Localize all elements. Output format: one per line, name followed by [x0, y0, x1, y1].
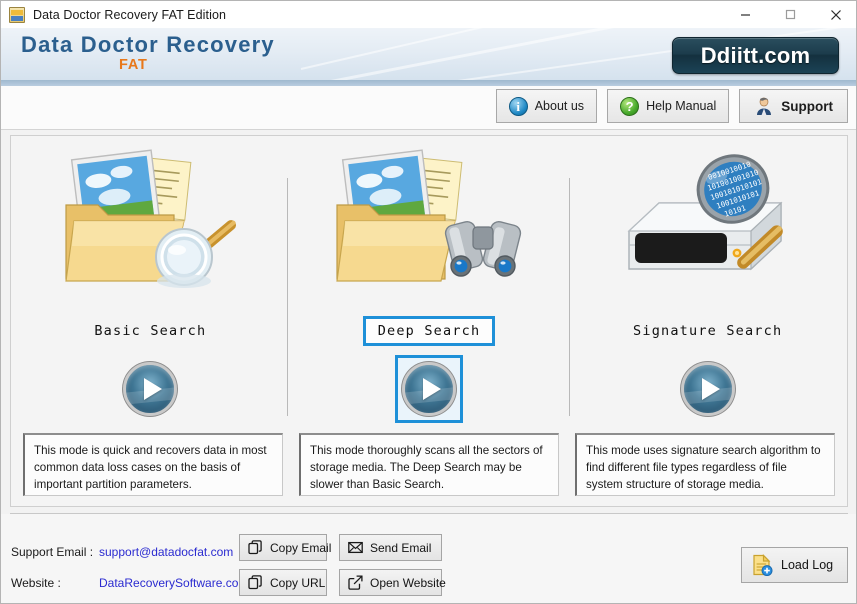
open-website-label: Open Website — [370, 575, 446, 590]
application-window: Data Doctor Recovery FAT Edition Data Do… — [0, 0, 857, 604]
deep-search-play-button[interactable] — [402, 362, 456, 416]
load-log-button[interactable]: Load Log — [741, 547, 848, 583]
brand-subtitle: FAT — [119, 57, 148, 73]
maximize-button[interactable] — [768, 1, 813, 28]
copy-url-button[interactable]: Copy URL — [239, 569, 327, 596]
signature-search-label: Signature Search — [633, 323, 783, 339]
title-bar: Data Doctor Recovery FAT Edition — [1, 1, 856, 29]
footer-buttons: Copy Email Send Email Copy URL Open Webs… — [239, 534, 446, 596]
support-label: Support — [781, 98, 833, 114]
person-icon — [754, 96, 774, 116]
about-us-label: About us — [534, 99, 585, 113]
toolbar: i About us ? Help Manual Support — [1, 86, 856, 130]
play-icon — [701, 378, 720, 400]
folder-with-binoculars-icon — [290, 140, 569, 310]
help-manual-label: Help Manual — [646, 99, 717, 113]
play-icon — [423, 378, 441, 400]
folder-with-magnifier-icon — [11, 140, 290, 310]
play-icon — [144, 378, 163, 400]
website-row: Website : DataRecoverySoftware.com — [11, 567, 248, 598]
basic-search-play-wrap — [116, 355, 184, 423]
send-email-button[interactable]: Send Email — [339, 534, 442, 561]
envelope-icon — [348, 540, 363, 555]
brand-title: Data Doctor Recovery — [21, 32, 275, 57]
send-email-label: Send Email — [370, 540, 432, 555]
support-email-row: Support Email : support@datadocfat.com — [11, 536, 248, 567]
card-deep-search[interactable]: Deep Search — [290, 136, 569, 426]
close-button[interactable] — [813, 1, 856, 28]
support-email-label: Support Email : — [11, 544, 94, 559]
question-mark-icon: ? — [620, 96, 640, 116]
site-logo-badge[interactable]: Ddiitt.com — [672, 37, 839, 74]
signature-search-play-wrap — [674, 355, 742, 423]
document-add-icon — [751, 554, 773, 577]
website-value[interactable]: DataRecoverySoftware.com — [99, 576, 248, 590]
hard-drive-with-magnifier-icon: 0010010010 101001001010 100101010101 100… — [568, 140, 847, 310]
footer: Support Email : support@datadocfat.com W… — [1, 514, 856, 603]
copy-url-label: Copy URL — [270, 575, 326, 590]
basic-search-play-button[interactable] — [123, 362, 178, 416]
support-button[interactable]: Support — [739, 89, 848, 123]
minimize-icon — [741, 14, 750, 16]
close-icon — [830, 9, 841, 20]
basic-search-description: This mode is quick and recovers data in … — [23, 433, 283, 496]
copy-icon — [248, 575, 263, 590]
copy-email-button[interactable]: Copy Email — [239, 534, 331, 561]
maximize-icon — [785, 9, 796, 20]
deep-search-label: Deep Search — [362, 316, 496, 346]
open-website-button[interactable]: Open Website — [339, 569, 446, 596]
load-log-label: Load Log — [781, 558, 834, 572]
minimize-button[interactable] — [723, 1, 768, 28]
app-icon — [9, 6, 25, 23]
mode-descriptions: This mode is quick and recovers data in … — [11, 433, 847, 496]
copy-email-label: Copy Email — [270, 540, 332, 555]
header-banner: Data Doctor Recovery FAT Ddiitt.com — [1, 28, 856, 80]
search-mode-cards: Basic Search Deep Search 0010010010 1010… — [11, 136, 847, 426]
about-us-button[interactable]: i About us — [495, 89, 598, 123]
main-panel: Basic Search Deep Search 0010010010 1010… — [10, 135, 848, 507]
copy-icon — [248, 540, 263, 555]
deep-search-description: This mode thoroughly scans all the secto… — [299, 433, 559, 496]
signature-search-description: This mode uses signature search algorith… — [575, 433, 835, 496]
contact-info: Support Email : support@datadocfat.com W… — [11, 536, 248, 598]
website-label: Website : — [11, 575, 61, 590]
deep-search-play-wrap — [395, 355, 463, 423]
help-manual-button[interactable]: ? Help Manual — [607, 89, 730, 123]
site-logo-text: Ddiitt.com — [700, 42, 811, 68]
window-controls — [723, 1, 856, 28]
info-icon: i — [508, 96, 528, 116]
basic-search-label: Basic Search — [94, 323, 207, 339]
window-title: Data Doctor Recovery FAT Edition — [33, 7, 227, 22]
external-link-icon — [348, 575, 363, 590]
support-email-value[interactable]: support@datadocfat.com — [99, 545, 233, 559]
card-basic-search[interactable]: Basic Search — [11, 136, 290, 426]
card-signature-search[interactable]: 0010010010 101001001010 100101010101 100… — [568, 136, 847, 426]
signature-search-play-button[interactable] — [680, 362, 735, 416]
